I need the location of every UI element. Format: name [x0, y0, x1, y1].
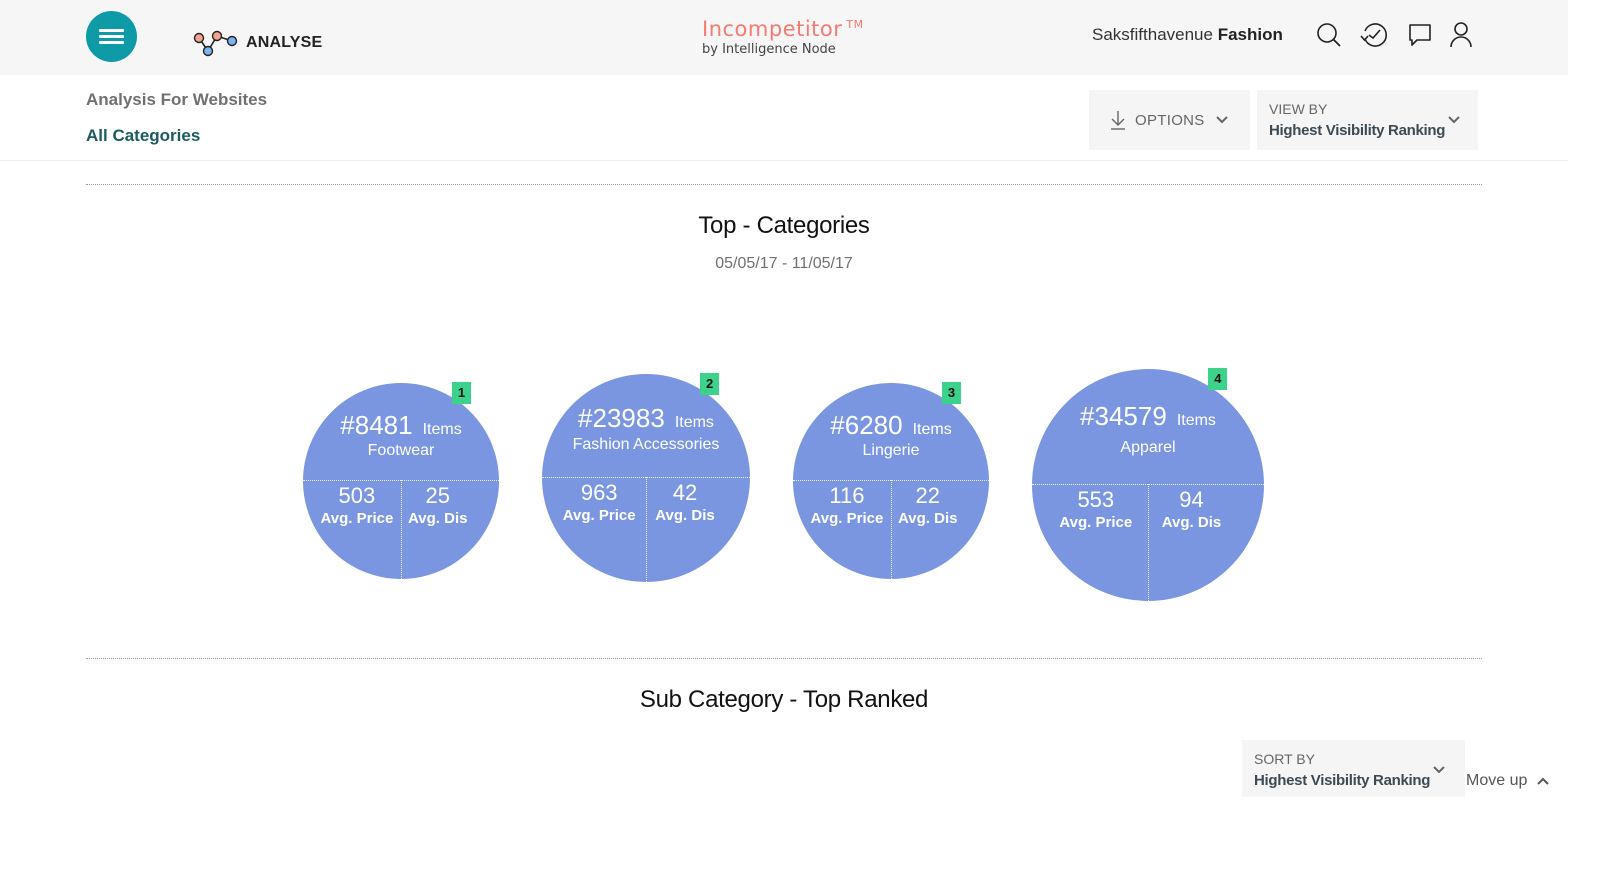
category-bubble[interactable]: #8481 Items Footwear 503 Avg. Price 25 Avg.… — [303, 383, 499, 579]
items-label: Items — [674, 414, 714, 432]
items-label: Items — [1176, 412, 1216, 430]
brand-trademark: TM — [846, 18, 864, 31]
category-bubble[interactable]: #6280 Items Lingerie 116 Avg. Price 22 Avg.… — [793, 383, 989, 579]
chevron-down-icon — [1433, 766, 1445, 774]
rank-badge: 1 — [451, 382, 471, 404]
options-label: OPTIONS — [1135, 111, 1205, 129]
chat-icon[interactable] — [1405, 20, 1435, 50]
options-dropdown[interactable]: OPTIONS — [1089, 90, 1250, 150]
view-by-value: Highest Visibility Ranking — [1269, 122, 1446, 139]
hamburger-icon-bar — [99, 35, 124, 38]
avg-price-stat: 116 Avg. Price — [810, 483, 884, 527]
analyse-label: ANALYSE — [246, 34, 323, 51]
chevron-down-icon — [1448, 116, 1460, 124]
avg-dis-stat: 22 Avg. Dis — [898, 483, 958, 527]
category-bubble[interactable]: #23983 Items Fashion Accessories 963 Avg. … — [542, 374, 750, 582]
analyse-nav[interactable]: ANALYSE — [192, 28, 322, 58]
items-label: Items — [912, 421, 952, 439]
chevron-down-icon — [1216, 116, 1228, 124]
hamburger-icon-bar — [99, 41, 124, 44]
store-selector[interactable]: Saksfifthavenue Fashion — [1092, 25, 1283, 45]
breadcrumb-all-categories[interactable]: All Categories — [86, 126, 200, 146]
items-label: Items — [422, 421, 462, 439]
move-up-button[interactable]: Move up — [1466, 772, 1550, 790]
item-count: #34579 — [1080, 401, 1167, 432]
brand-name: Incompetitor — [702, 17, 843, 41]
section-divider — [86, 184, 1482, 185]
avg-dis-stat: 94 Avg. Dis — [1161, 487, 1222, 531]
category-name: Fashion Accessories — [572, 436, 720, 454]
search-icon[interactable] — [1314, 20, 1344, 50]
chevron-up-icon — [1537, 777, 1550, 785]
category-name: Lingerie — [862, 441, 920, 459]
user-icon[interactable] — [1446, 20, 1476, 50]
rank-badge: 3 — [941, 382, 961, 404]
view-by-dropdown[interactable]: VIEW BY Highest Visibility Ranking — [1257, 90, 1478, 150]
store-category: Fashion — [1217, 25, 1283, 44]
category-name: Footwear — [367, 441, 435, 459]
download-icon — [1111, 111, 1125, 130]
item-count: #8481 — [340, 410, 413, 441]
category-bubble[interactable]: #34579 Items Apparel 553 Avg. Price 94 Avg.… — [1032, 369, 1264, 601]
avg-price-stat: 503 Avg. Price — [320, 483, 394, 527]
top-categories-title: Top - Categories — [698, 212, 870, 239]
brand-logo: Incompetitor TM by Intelligence Node — [702, 12, 864, 58]
sort-by-dropdown[interactable]: SORT BY Highest Visibility Ranking — [1242, 740, 1465, 797]
history-icon[interactable] — [1359, 20, 1389, 50]
avg-dis-stat: 25 Avg. Dis — [408, 483, 468, 527]
top-header: ANALYSE Incompetitor TM by Intelligence N… — [0, 0, 1568, 75]
section-divider — [86, 658, 1482, 659]
menu-button[interactable] — [86, 11, 137, 62]
rank-badge: 4 — [1208, 368, 1228, 390]
sub-header: Analysis For Websites All Categories OPT… — [0, 75, 1568, 161]
category-name: Apparel — [1120, 438, 1176, 456]
avg-price-stat: 963 Avg. Price — [562, 480, 636, 524]
rank-badge: 2 — [700, 373, 720, 395]
item-count: #6280 — [830, 410, 903, 441]
view-by-label: VIEW BY — [1269, 101, 1328, 117]
brand-subtitle: by Intelligence Node — [702, 42, 836, 57]
analytics-nodes-icon — [193, 30, 238, 57]
store-name: Saksfifthavenue — [1092, 25, 1213, 44]
sub-category-title: Sub Category - Top Ranked — [639, 686, 929, 713]
avg-dis-stat: 42 Avg. Dis — [655, 480, 715, 524]
move-up-label: Move up — [1466, 772, 1528, 789]
avg-price-stat: 553 Avg. Price — [1059, 487, 1133, 531]
hamburger-icon-bar — [99, 29, 124, 32]
sort-by-label: SORT BY — [1254, 751, 1315, 767]
sort-by-value: Highest Visibility Ranking — [1254, 772, 1431, 789]
item-count: #23983 — [578, 403, 665, 434]
date-range: 05/05/17 - 11/05/17 — [715, 255, 853, 272]
analysis-label: Analysis For Websites — [86, 90, 268, 109]
